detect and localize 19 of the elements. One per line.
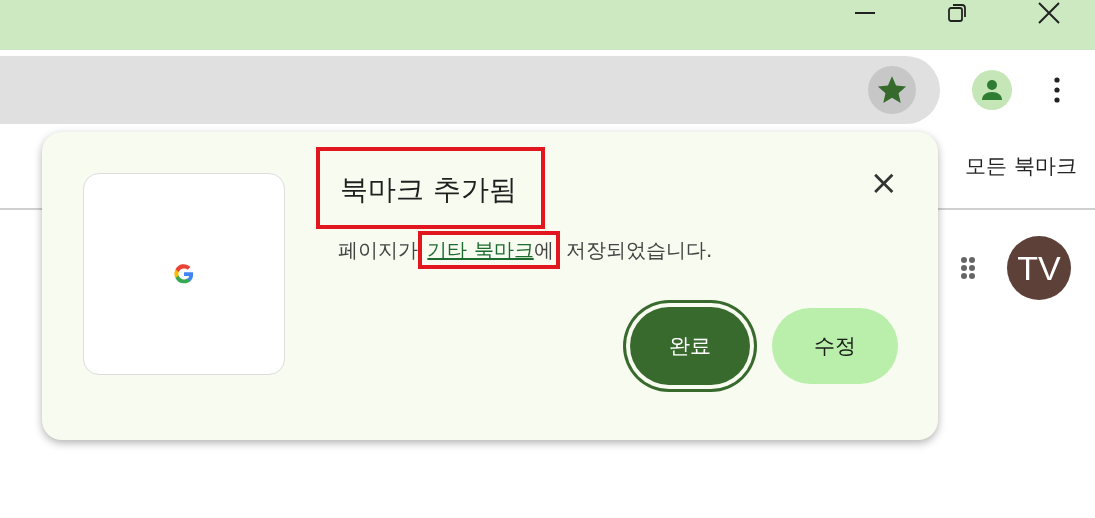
menu-button[interactable] (1054, 77, 1060, 103)
person-icon (980, 78, 1004, 102)
apps-button[interactable] (961, 257, 975, 279)
grid-dots-icon (961, 257, 975, 279)
all-bookmarks-button[interactable]: 모든 북마크 (965, 148, 1077, 184)
restore-icon (947, 3, 967, 23)
g-logo-icon (173, 263, 195, 285)
dialog-title: 북마크 추가됨 (316, 147, 545, 229)
edit-button[interactable]: 수정 (772, 308, 898, 384)
bookmark-star-button[interactable] (868, 66, 916, 114)
profile-button[interactable] (972, 70, 1012, 110)
saved-message: 페이지가 기타 북마크에 저장되었습니다. (338, 231, 898, 269)
account-avatar[interactable]: TV (1007, 236, 1071, 300)
minimize-icon (855, 12, 875, 14)
more-vertical-icon (1054, 77, 1060, 103)
close-button[interactable]: × (869, 165, 898, 199)
folder-link[interactable]: 기타 북마크 (427, 238, 534, 262)
close-icon (1038, 2, 1060, 24)
star-icon (876, 75, 908, 105)
